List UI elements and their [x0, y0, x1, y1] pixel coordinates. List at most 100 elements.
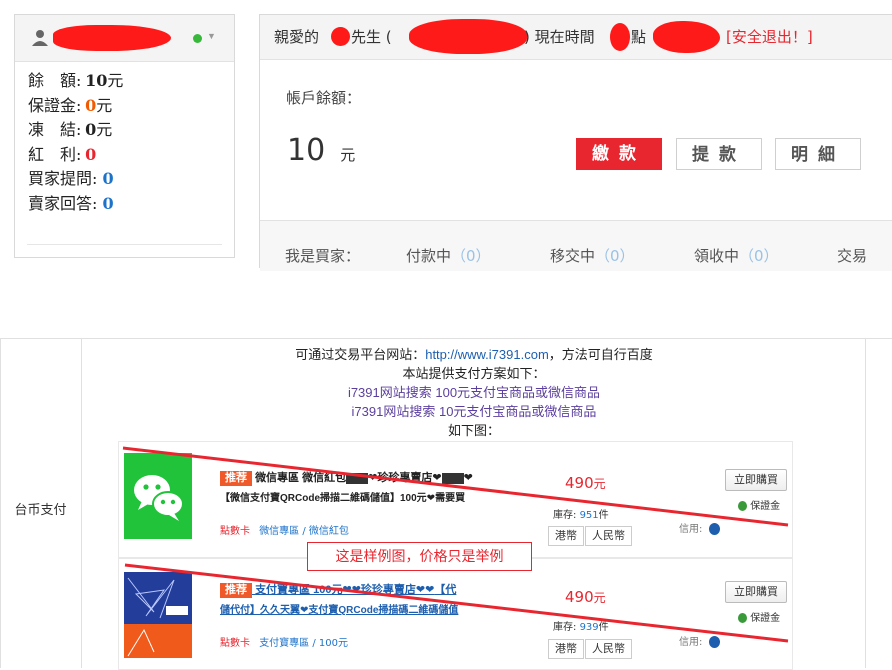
pay-button[interactable]: 繳款	[576, 138, 662, 170]
stat-unit: 元	[96, 120, 113, 139]
greeting-suffix: 先生 (	[351, 28, 392, 46]
stat-label: 賣家回答:	[28, 193, 98, 213]
guarantee-badge: 保證金	[738, 497, 780, 512]
redacted-date	[610, 23, 630, 51]
tab-paying[interactable]: 付款中（0）	[406, 221, 491, 291]
user-info-panel: ▼ 餘 額: 10元 保證金: 0元 凍 結: 0元 紅 利: 0 買家提問: …	[14, 14, 235, 258]
stat-deposit: 保證金: 0元	[28, 94, 123, 119]
stock-value: 939	[579, 622, 599, 633]
product-category: 點數卡 微信專區 / 微信紅包	[220, 522, 349, 537]
redacted-account	[409, 19, 527, 54]
tab-count: （0）	[451, 247, 491, 265]
time-prefix: ) 現在時間	[524, 28, 595, 46]
credit-label: 信用:	[679, 637, 703, 648]
status-dropdown-icon[interactable]: ▼	[207, 31, 216, 41]
product-title-line2[interactable]: 【微信支付寶QRCode掃描二維碼儲值】100元❤需要買	[220, 489, 465, 504]
stat-value: 0	[85, 95, 97, 115]
guarantee-badge: 保證金	[738, 609, 780, 624]
credit-medal-icon	[708, 523, 720, 535]
user-header: ▼	[15, 15, 234, 62]
buy-now-button[interactable]: 立即購買	[725, 581, 787, 603]
recommend-tag: 推荐	[220, 583, 252, 598]
sample-notice: 这是样例图，价格只是举例	[307, 542, 532, 571]
shield-icon	[738, 501, 747, 511]
stat-buyer-questions: 買家提問: 0	[28, 167, 123, 192]
stat-value: 0	[85, 120, 97, 139]
product-card[interactable]: 推荐 支付寶專區 100元❤❤珍珍專賣店❤❤【代 儲代付】久久天翼❤支付寶QRC…	[118, 558, 793, 670]
stat-seller-answers: 賣家回答: 0	[28, 192, 123, 217]
currency-hkd-button[interactable]: 港幣	[548, 639, 584, 659]
redacted-name	[331, 27, 350, 46]
guarantee-label: 保證金	[750, 501, 781, 512]
buy-now-button[interactable]: 立即購買	[725, 469, 787, 491]
instruction-line-3: i7391网站搜索 100元支付宝商品或微信商品	[347, 385, 601, 400]
online-check-icon[interactable]	[193, 34, 202, 43]
price-value: 490	[565, 588, 594, 606]
redacted-username	[53, 25, 171, 51]
tab-transferring[interactable]: 移交中（0）	[550, 221, 635, 291]
stat-value[interactable]: 0	[103, 194, 114, 213]
balance-unit: 元	[340, 146, 356, 164]
stock-unit: 件	[598, 622, 609, 633]
product-category: 點數卡 支付寶專區 / 100元	[220, 634, 348, 649]
stat-value[interactable]: 0	[85, 145, 96, 164]
stat-label: 保證金:	[28, 95, 82, 115]
account-header: 親愛的 先生 ( ) 現在時間 點 [安全退出！]	[260, 15, 892, 60]
currency-cny-button[interactable]: 人民幣	[585, 526, 632, 546]
stat-value[interactable]: 0	[103, 169, 114, 188]
title-part: 支付寶專區 100元	[255, 584, 343, 596]
title-redacted	[346, 472, 369, 484]
site-url[interactable]: http://www.i7391.com	[425, 347, 549, 362]
row-label: 台币支付	[14, 502, 67, 517]
alipay-card-icon	[124, 572, 192, 658]
product-stock: 庫存: 939件	[553, 618, 609, 633]
stat-unit: 元	[107, 71, 124, 90]
stock-value: 951	[579, 510, 599, 521]
instruction-text: 可通过交易平台网站：	[295, 347, 426, 362]
price-unit: 元	[593, 477, 606, 491]
balance-label: 帳戶餘額：	[286, 89, 362, 107]
product-title[interactable]: 推荐 微信專區 微信紅包 ❤珍珍專賣店❤ ❤	[220, 469, 473, 486]
title-part: ❤❤珍珍專賣店❤❤	[342, 584, 435, 596]
stat-label: 紅 利:	[28, 144, 82, 164]
buyer-label: 我是買家：	[285, 247, 361, 265]
stat-frozen: 凍 結: 0元	[28, 118, 123, 143]
stat-label: 凍 結:	[28, 120, 82, 139]
logout-link[interactable]: [安全退出！]	[726, 15, 813, 59]
stock-label: 庫存:	[553, 510, 577, 521]
stat-label: 餘 額:	[28, 71, 82, 90]
withdraw-button[interactable]: 提款	[676, 138, 762, 170]
tab-count: （0）	[595, 247, 635, 265]
stock-unit: 件	[598, 510, 609, 521]
user-stats: 餘 額: 10元 保證金: 0元 凍 結: 0元 紅 利: 0 買家提問: 0 …	[28, 69, 123, 216]
time-hour: 點	[631, 28, 647, 46]
account-panel: 親愛的 先生 ( ) 現在時間 點 [安全退出！] 帳戶餘額： 10 元 繳款 …	[259, 14, 892, 271]
stat-label: 買家提問:	[28, 169, 98, 188]
instruction-line-2: 本站提供支付方案如下：	[402, 366, 546, 381]
tab-label: 付款中	[406, 247, 452, 265]
title-part: ❤珍珍專賣店❤	[368, 472, 442, 484]
tab-count: （0）	[739, 247, 779, 265]
user-icon	[31, 29, 49, 47]
category-link[interactable]: 支付寶專區 / 100元	[259, 638, 348, 649]
category-link[interactable]: 微信專區 / 微信紅包	[259, 526, 349, 537]
title-part: 微信專區 微信紅包	[255, 472, 347, 484]
redacted-time	[653, 21, 720, 53]
buyer-status-bar: 我是買家： 付款中（0） 移交中（0） 領收中（0） 交易	[260, 220, 892, 271]
detail-button[interactable]: 明細	[775, 138, 861, 170]
instruction-line-5: 如下图：	[447, 423, 500, 438]
category-prefix: 點數卡	[220, 526, 250, 537]
payment-method-table: 台币支付 可通过交易平台网站：http://www.i7391.com，方法可自…	[0, 338, 892, 670]
tab-receiving[interactable]: 領收中（0）	[694, 221, 779, 291]
instruction-text: ，方法可自行百度	[548, 347, 653, 362]
tab-trade[interactable]: 交易	[837, 221, 867, 291]
product-card[interactable]: 推荐 微信專區 微信紅包 ❤珍珍專賣店❤ ❤ 【微信支付寶QRCode掃描二維碼儲值…	[118, 441, 793, 558]
stat-unit: 元	[96, 95, 113, 115]
currency-cny-button[interactable]: 人民幣	[585, 639, 632, 659]
product-title[interactable]: 推荐 支付寶專區 100元❤❤珍珍專賣店❤❤【代	[220, 581, 456, 598]
product-title-line2[interactable]: 儲代付】久久天翼❤支付寶QRCode掃描碼二維碼儲值	[220, 601, 458, 616]
balance-amount: 10	[287, 133, 326, 168]
price-value: 490	[565, 474, 594, 492]
currency-hkd-button[interactable]: 港幣	[548, 526, 584, 546]
product-stock: 庫存: 951件	[553, 506, 609, 521]
